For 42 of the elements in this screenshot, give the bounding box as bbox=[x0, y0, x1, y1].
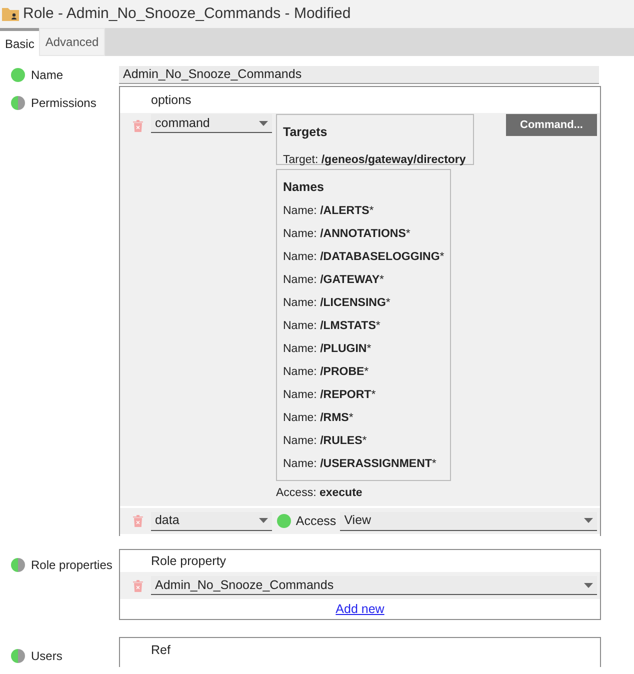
delete-icon[interactable] bbox=[132, 515, 143, 528]
name-text: Name: /GATEWAY* bbox=[283, 273, 385, 288]
dropdown[interactable]: command bbox=[151, 114, 272, 133]
name-text: Name: /RMS* bbox=[283, 411, 354, 426]
name-text: Name: /DATABASELOGGING* bbox=[283, 250, 444, 265]
field-label: Role properties bbox=[31, 557, 112, 574]
field-label: Users bbox=[31, 648, 62, 665]
caret-icon bbox=[258, 518, 268, 524]
target-text: Target: /geneos/gateway/directory bbox=[283, 152, 467, 168]
delete-icon[interactable] bbox=[133, 580, 143, 592]
access-text: Access: execute bbox=[276, 486, 362, 501]
caret-icon bbox=[584, 582, 593, 588]
access-label: Access bbox=[296, 512, 336, 530]
name-text: Name: /PLUGIN* bbox=[283, 342, 372, 357]
caret-icon bbox=[259, 120, 268, 126]
tab[interactable]: Advanced bbox=[39, 28, 105, 56]
field-label: Name bbox=[31, 67, 64, 84]
name-text: Name: /ANNOTATIONS* bbox=[283, 227, 412, 242]
tab[interactable]: Basic bbox=[0, 28, 40, 56]
caret-icon bbox=[584, 518, 593, 524]
dropdown[interactable]: data bbox=[150, 512, 272, 531]
name-field[interactable]: Admin_No_Snooze_Commands bbox=[119, 66, 599, 84]
add-new-link[interactable]: Add new bbox=[336, 600, 384, 619]
name-text: Name: /LMSTATS* bbox=[283, 319, 382, 334]
delete-icon[interactable] bbox=[133, 120, 143, 132]
name-text: Name: /REPORT* bbox=[283, 388, 377, 403]
column-header: Ref bbox=[151, 642, 170, 659]
name-text: Name: /RULES* bbox=[283, 434, 368, 449]
command-button[interactable]: Command... bbox=[506, 114, 597, 136]
panel-title: Names bbox=[283, 179, 325, 196]
dropdown[interactable]: View bbox=[340, 512, 597, 531]
panel-title: Targets bbox=[283, 124, 328, 141]
name-text: Name: /PROBE* bbox=[283, 365, 370, 380]
name-text: Name: /USERASSIGNMENT* bbox=[283, 457, 438, 472]
column-header: Role property bbox=[151, 552, 226, 570]
dropdown[interactable]: Admin_No_Snooze_Commands bbox=[151, 576, 597, 596]
window-title: Role - Admin_No_Snooze_Commands - Modified bbox=[23, 4, 351, 24]
field-label: Permissions bbox=[31, 95, 96, 112]
name-text: Name: /LICENSING* bbox=[283, 296, 392, 311]
column-header: options bbox=[151, 92, 192, 109]
name-text: Name: /ALERTS* bbox=[283, 204, 375, 219]
folder-user-icon bbox=[2, 7, 19, 21]
